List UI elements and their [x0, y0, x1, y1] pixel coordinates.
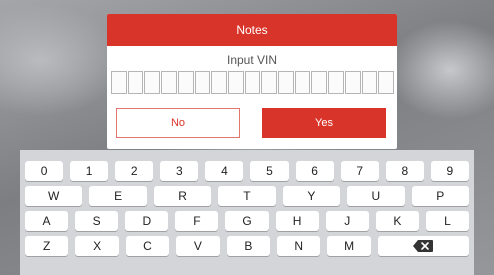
backspace-icon — [413, 240, 434, 252]
keyboard-row-middle-letters: A S D F G H J K L — [25, 211, 469, 231]
key-b[interactable]: B — [226, 236, 271, 256]
key-4[interactable]: 4 — [205, 161, 244, 181]
key-5[interactable]: 5 — [250, 161, 289, 181]
key-2[interactable]: 2 — [115, 161, 154, 181]
vin-char-box[interactable] — [211, 71, 227, 94]
vin-char-box[interactable] — [127, 71, 144, 94]
vin-char-box[interactable] — [194, 71, 211, 94]
yes-button[interactable]: Yes — [262, 108, 386, 138]
key-m[interactable]: M — [327, 236, 371, 256]
key-h[interactable]: H — [275, 211, 319, 231]
vin-char-box[interactable] — [244, 71, 261, 94]
notes-dialog: Notes Input VIN No Yes — [107, 14, 397, 149]
vin-char-box[interactable] — [177, 71, 194, 94]
vin-char-box[interactable] — [344, 71, 361, 94]
key-c[interactable]: C — [125, 236, 170, 256]
key-d[interactable]: D — [125, 211, 169, 231]
key-t[interactable]: T — [218, 186, 276, 206]
backspace-key[interactable] — [377, 236, 469, 256]
key-l[interactable]: L — [425, 211, 469, 231]
key-z[interactable]: Z — [25, 236, 69, 256]
key-j[interactable]: J — [325, 211, 369, 231]
key-9[interactable]: 9 — [430, 161, 469, 181]
vin-char-box[interactable] — [294, 71, 311, 94]
vin-input[interactable] — [111, 71, 394, 94]
dialog-title: Notes — [107, 14, 397, 46]
key-k[interactable]: K — [375, 211, 419, 231]
vin-char-box[interactable] — [261, 71, 278, 94]
key-u[interactable]: U — [347, 186, 405, 206]
key-e[interactable]: E — [89, 186, 147, 206]
vin-char-box[interactable] — [278, 71, 294, 94]
vin-char-box[interactable] — [378, 71, 394, 94]
key-x[interactable]: X — [75, 236, 119, 256]
key-w[interactable]: W — [25, 186, 83, 206]
key-1[interactable]: 1 — [70, 161, 109, 181]
on-screen-keyboard: 0 1 2 3 4 5 6 7 8 9 W E R T Y U P A S D … — [20, 150, 474, 275]
key-a[interactable]: A — [25, 211, 69, 231]
key-f[interactable]: F — [175, 211, 219, 231]
key-r[interactable]: R — [153, 186, 212, 206]
key-8[interactable]: 8 — [385, 161, 424, 181]
vin-char-box[interactable] — [144, 71, 161, 94]
keyboard-row-bottom-letters: Z X C V B N M — [25, 236, 469, 256]
key-3[interactable]: 3 — [160, 161, 199, 181]
key-6[interactable]: 6 — [295, 161, 334, 181]
vin-char-box[interactable] — [361, 71, 378, 94]
keyboard-row-top-letters: W E R T Y U P — [25, 186, 469, 206]
key-0[interactable]: 0 — [25, 161, 64, 181]
key-y[interactable]: Y — [282, 186, 341, 206]
key-n[interactable]: N — [277, 236, 321, 256]
vin-char-box[interactable] — [328, 71, 344, 94]
key-p[interactable]: P — [411, 186, 469, 206]
key-v[interactable]: V — [176, 236, 220, 256]
vin-char-box[interactable] — [311, 71, 328, 94]
vin-prompt: Input VIN — [226, 53, 278, 67]
keyboard-row-digits: 0 1 2 3 4 5 6 7 8 9 — [25, 161, 469, 181]
vin-char-box[interactable] — [227, 71, 244, 94]
vin-char-box[interactable] — [161, 71, 177, 94]
key-7[interactable]: 7 — [340, 161, 379, 181]
vin-char-box[interactable] — [111, 71, 127, 94]
key-s[interactable]: S — [75, 211, 119, 231]
no-button[interactable]: No — [116, 108, 240, 138]
key-g[interactable]: G — [225, 211, 269, 231]
